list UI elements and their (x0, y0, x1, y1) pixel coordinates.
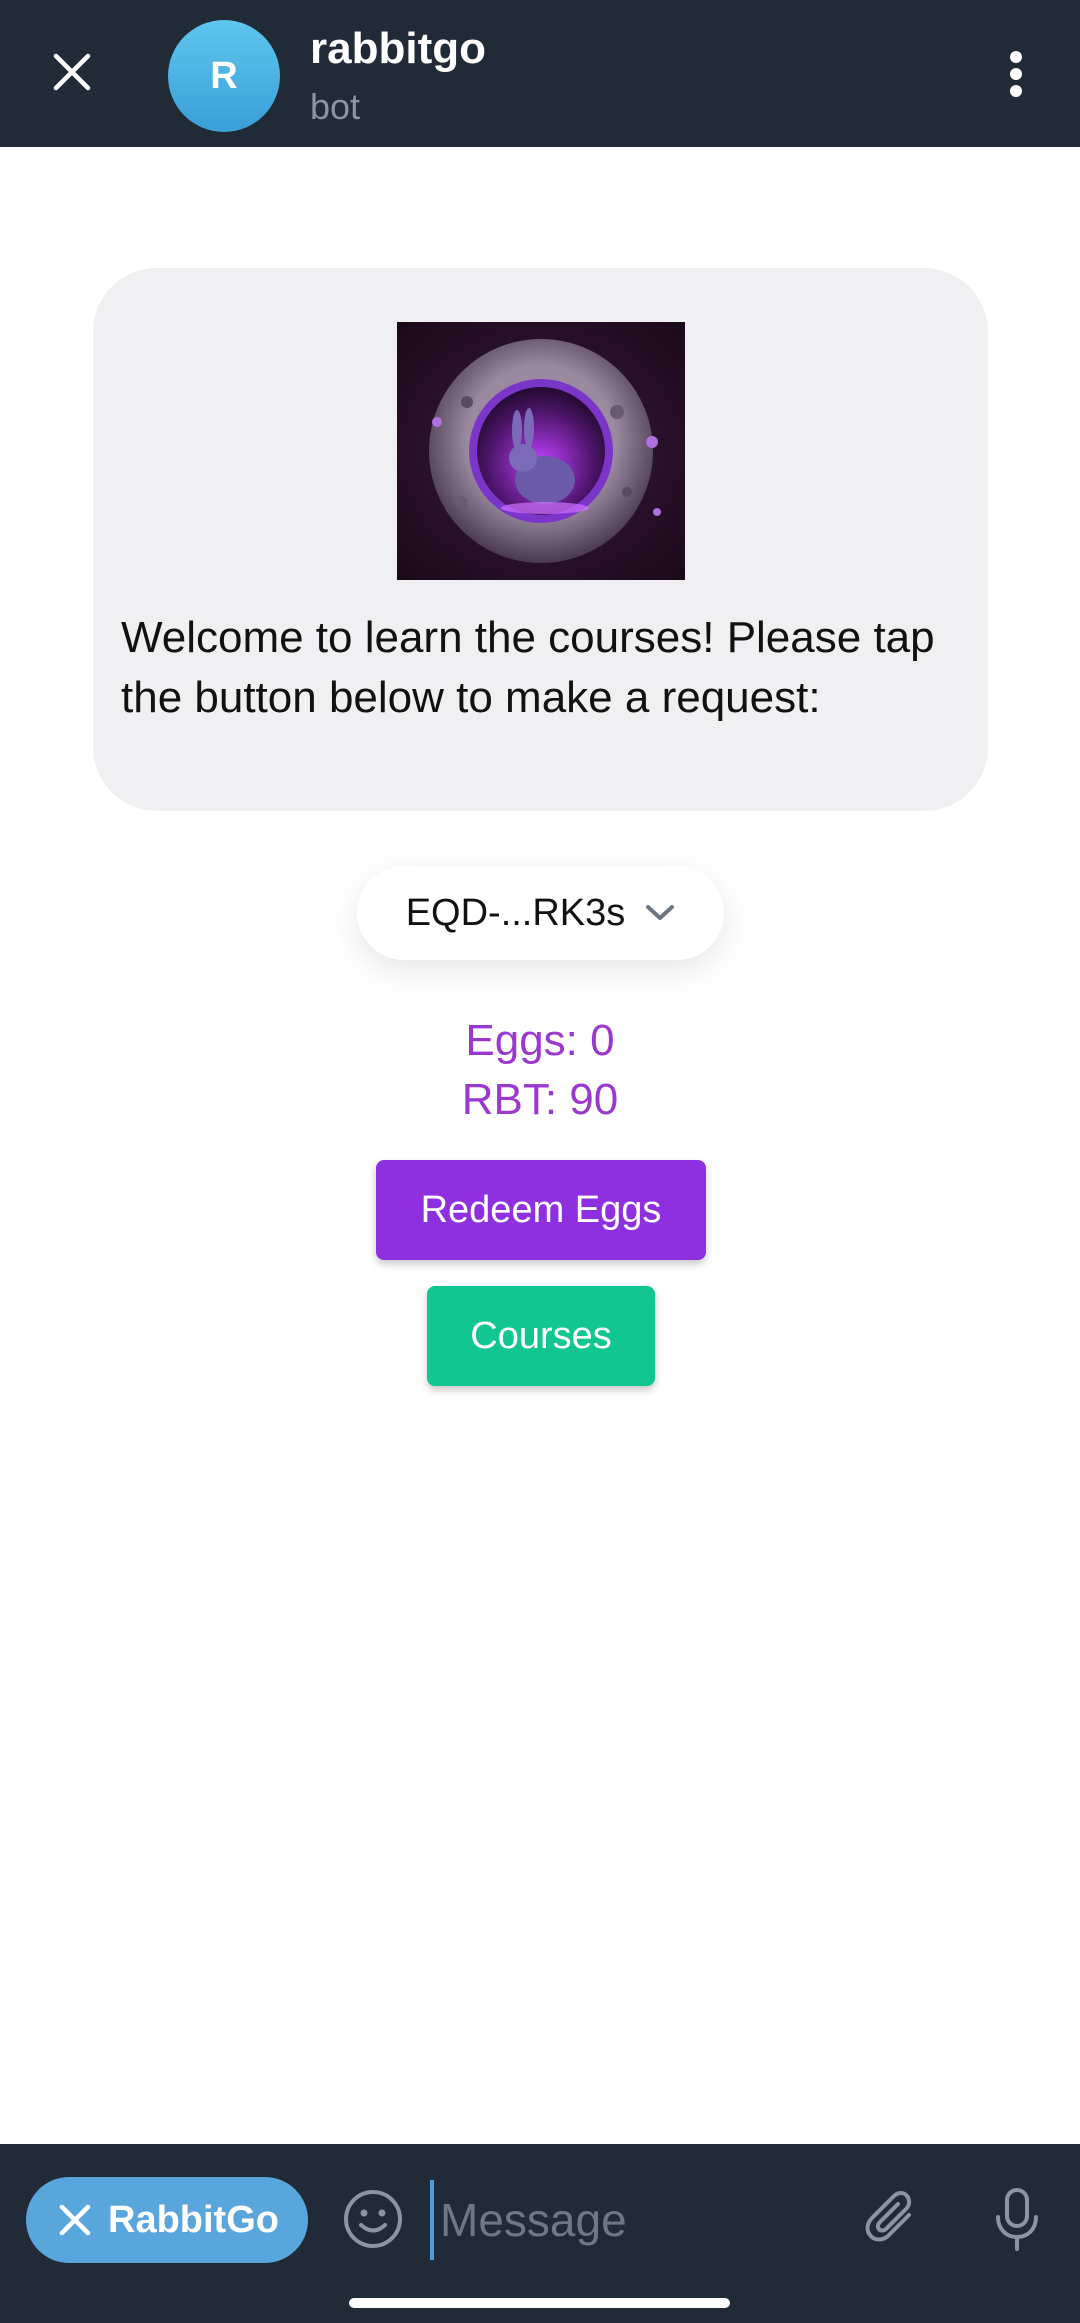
bot-message-bubble: Welcome to learn the courses! Please tap… (93, 268, 988, 811)
smile-icon (344, 2190, 402, 2248)
courses-button[interactable]: Courses (427, 1286, 655, 1386)
close-button[interactable] (40, 40, 104, 104)
bot-menu-button[interactable]: RabbitGo (26, 2177, 308, 2263)
avatar[interactable]: R (168, 20, 280, 132)
eggs-balance: Eggs: 0 (465, 1016, 615, 1065)
chat-title: rabbitgo (310, 24, 486, 73)
message-input[interactable] (430, 2180, 830, 2260)
more-vertical-icon (1010, 51, 1022, 97)
microphone-icon (996, 2188, 1038, 2251)
microphone-button[interactable] (982, 2180, 1052, 2260)
redeem-eggs-button[interactable]: Redeem Eggs (376, 1160, 706, 1260)
close-icon (53, 53, 91, 91)
welcome-message: Welcome to learn the courses! Please tap… (121, 613, 935, 722)
rbt-balance: RBT: 90 (461, 1075, 619, 1124)
bot-pill-label: RabbitGo (108, 2198, 279, 2241)
bot-image (397, 322, 685, 580)
attach-button[interactable] (858, 2180, 928, 2260)
rabbit-portal-image (397, 322, 685, 580)
chat-subtitle: bot (310, 86, 361, 127)
emoji-button[interactable] (338, 2184, 408, 2254)
chevron-down-icon (646, 905, 675, 920)
wallet-address: EQD-...RK3s (405, 891, 626, 934)
chat-header: R rabbitgo bot (0, 0, 1080, 147)
wallet-selector[interactable]: EQD-...RK3s (357, 866, 724, 960)
close-icon (59, 2204, 91, 2236)
more-menu-button[interactable] (988, 42, 1044, 106)
paperclip-icon (865, 2191, 912, 2242)
message-composer: RabbitGo (0, 2144, 1080, 2323)
home-indicator (349, 2298, 730, 2308)
